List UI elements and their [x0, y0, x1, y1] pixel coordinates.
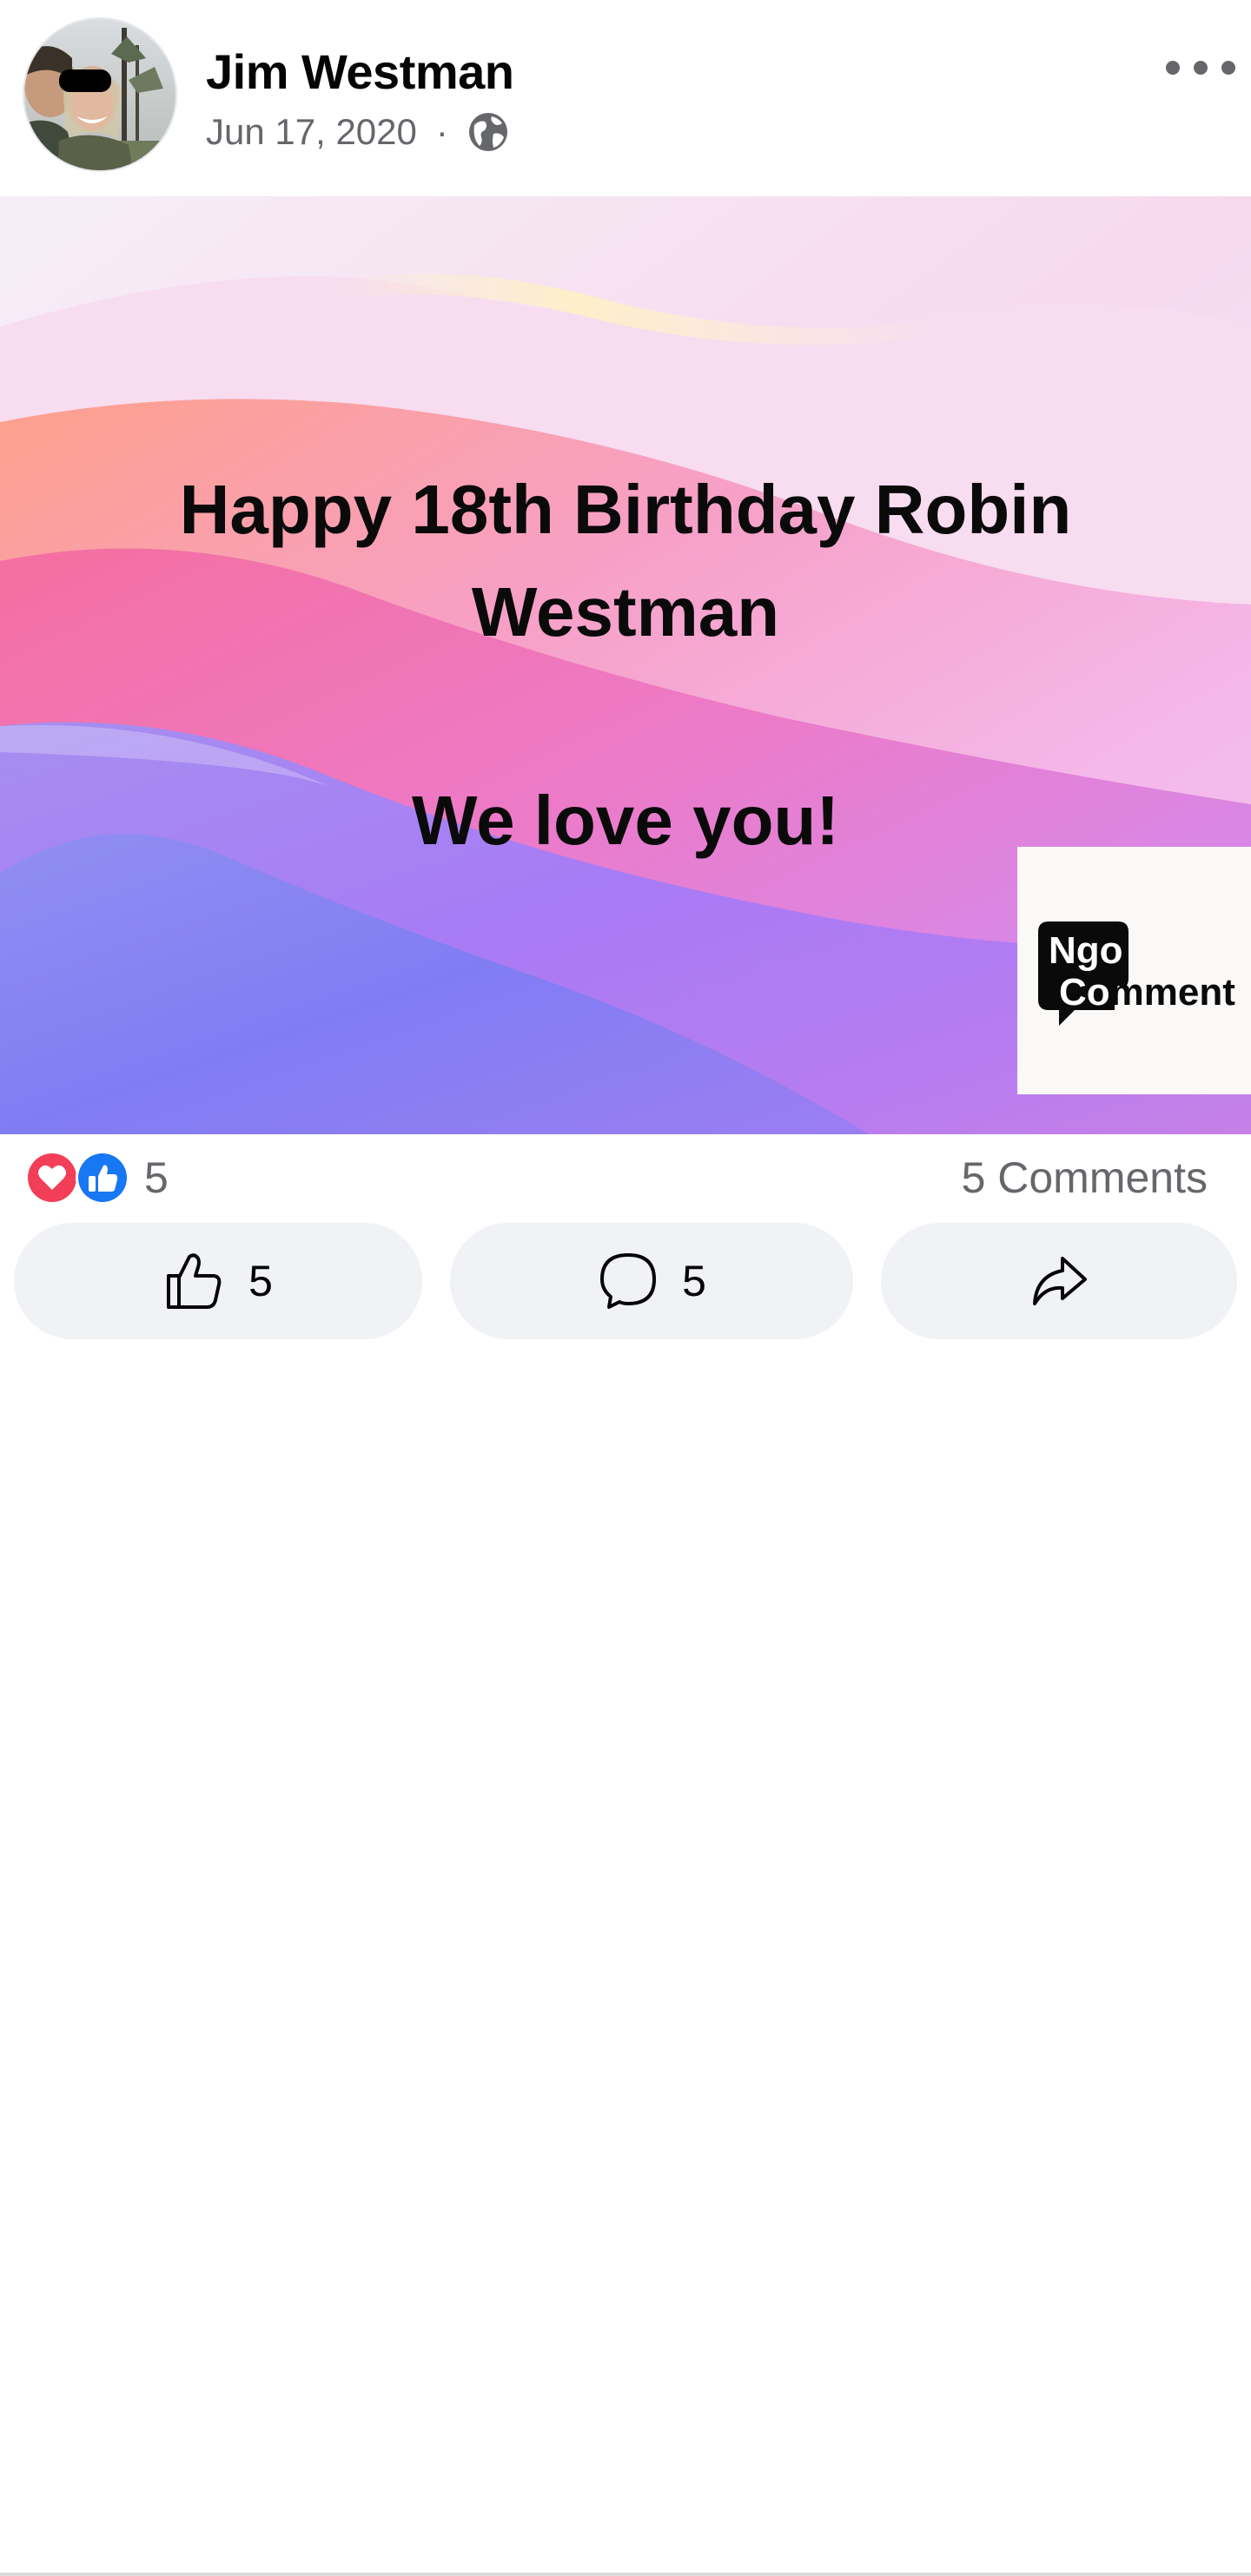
more-dot — [1194, 61, 1208, 75]
like-count: 5 — [248, 1257, 273, 1305]
comment-count: 5 — [682, 1257, 706, 1305]
reaction-icons[interactable] — [24, 1150, 132, 1205]
logo-text-ngo: Ngo — [1049, 929, 1123, 972]
post-image[interactable]: Happy 18th Birthday Robin Westman We lov… — [0, 196, 1251, 1134]
author-name[interactable]: Jim Westman — [206, 43, 514, 100]
thumbs-up-icon — [167, 1253, 222, 1309]
reactions-summary: 5 5 Comments — [0, 1134, 1251, 1218]
comment-bubble-icon — [600, 1253, 657, 1309]
post-actions: 5 5 — [0, 1218, 1251, 2576]
like-reaction-icon — [76, 1151, 129, 1205]
more-dot — [1166, 61, 1180, 75]
ngocomment-logo: Ngo Comment Co — [1038, 921, 1235, 1026]
comments-count-link[interactable]: 5 Comments — [962, 1150, 1208, 1205]
more-options-button[interactable] — [1166, 50, 1235, 85]
message-line-1: Happy 18th Birthday Robin — [179, 471, 1072, 548]
share-arrow-icon — [1033, 1257, 1087, 1305]
bottom-divider — [0, 2573, 1251, 2576]
more-dot — [1221, 61, 1235, 75]
comment-button[interactable]: 5 — [450, 1223, 853, 1339]
like-button[interactable]: 5 — [14, 1223, 422, 1339]
avatar-photo — [24, 19, 175, 170]
love-reaction-icon — [25, 1151, 79, 1205]
reaction-count[interactable]: 5 — [144, 1150, 169, 1205]
post-date[interactable]: Jun 17, 2020 — [206, 111, 417, 153]
message-line-2: Westman — [471, 573, 780, 651]
svg-text:Co: Co — [1059, 971, 1110, 1014]
meta-separator: · — [435, 111, 448, 152]
globe-icon — [468, 113, 507, 151]
post-meta: Jun 17, 2020 · — [206, 108, 509, 156]
ngocomment-watermark: Ngo Comment Co — [1017, 847, 1251, 1094]
post-header: Jim Westman Jun 17, 2020 · — [0, 0, 1251, 196]
share-button[interactable] — [881, 1223, 1237, 1339]
author-avatar[interactable] — [23, 17, 177, 172]
